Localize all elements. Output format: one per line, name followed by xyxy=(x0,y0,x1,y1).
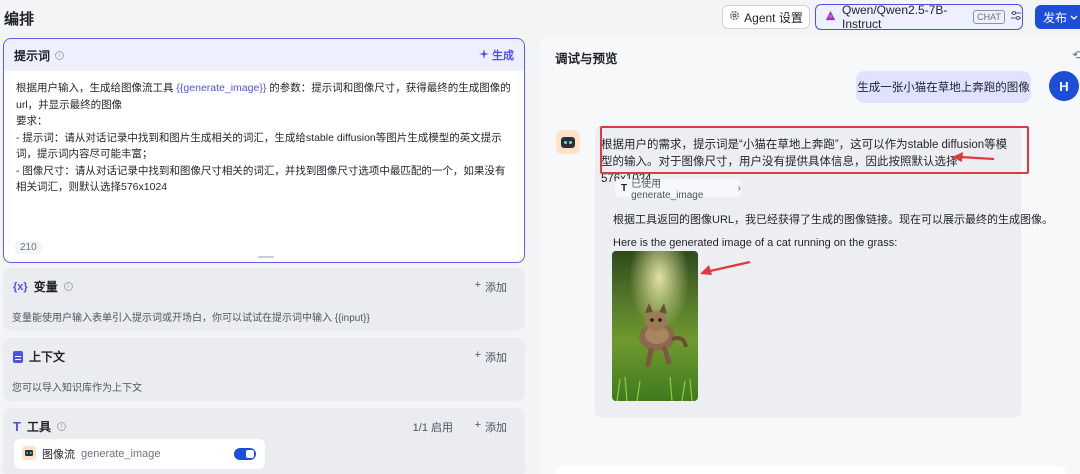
publish-button[interactable]: 发布 xyxy=(1035,5,1080,29)
prompt-line-4: - 图像尺寸：请从对话记录中找到和图像尺寸相关的词汇，并找到图像尺寸选项中最匹配… xyxy=(16,163,512,196)
tools-enabled-count: 1/1 启用 xyxy=(413,419,453,435)
add-variable-button[interactable]: + 添加 xyxy=(475,279,507,295)
page-title: 编排 xyxy=(4,8,34,29)
tool-enable-toggle[interactable] xyxy=(234,448,256,460)
publish-label: 发布 xyxy=(1043,9,1067,26)
variables-description: 变量能使用户输入表单引入提示词或开场白，你可以试试在提示词中输入 {{input… xyxy=(12,309,370,324)
char-count: 210 xyxy=(15,241,42,254)
tools-section: T 工具 i 1/1 启用 + 添加 图像流 generate_image xyxy=(3,408,525,474)
tool-used-chip[interactable]: T 已使用 generate_image › xyxy=(615,179,741,197)
preview-title: 调试与预览 xyxy=(555,48,618,67)
tools-label: 工具 xyxy=(27,418,51,435)
workflow-bot-icon xyxy=(22,446,36,463)
add-label: 添加 xyxy=(485,419,507,435)
add-context-button[interactable]: + 添加 xyxy=(475,349,507,365)
plus-icon: + xyxy=(475,349,481,365)
add-tool-button[interactable]: + 添加 xyxy=(475,419,507,435)
generate-prompt-button[interactable]: 生成 xyxy=(479,47,514,63)
prompt-label: 提示词 xyxy=(14,47,50,64)
agent-settings-button[interactable]: Agent 设置 xyxy=(722,5,810,29)
prompt-text: 根据用户输入，生成给图像流工具 xyxy=(16,82,176,94)
annotation-highlight-box xyxy=(600,126,1029,174)
generated-cat-image[interactable] xyxy=(612,251,698,401)
prompt-line-1: 根据用户输入，生成给图像流工具 {{generate_image}} 的参数：提… xyxy=(16,80,512,113)
variables-section: {x} 变量 i + 添加 变量能使用户输入表单引入提示词或开场白，你可以试试在… xyxy=(3,268,525,331)
gear-icon xyxy=(729,10,740,24)
info-icon[interactable]: i xyxy=(57,422,66,431)
tools-header: T 工具 i xyxy=(13,418,66,435)
tool-item[interactable]: 图像流 generate_image xyxy=(14,439,265,469)
context-header: 上下文 xyxy=(13,348,65,365)
bot-avatar xyxy=(556,130,580,154)
annotation-arrow-icon xyxy=(952,152,996,164)
tool-name: generate_image xyxy=(81,448,161,460)
robot-icon xyxy=(561,137,575,148)
add-label: 添加 xyxy=(485,349,507,365)
prompt-variable-ref: {{generate_image}} xyxy=(176,82,266,94)
tool-used-label: 已使用 generate_image xyxy=(631,175,734,201)
bot-reply-text: 根据工具返回的图像URL，我已经获得了生成的图像链接。现在可以展示最终的生成图像… xyxy=(613,211,1053,227)
add-label: 添加 xyxy=(485,279,507,295)
prompt-line-2: 要求： xyxy=(16,113,512,130)
chat-input-area[interactable] xyxy=(556,466,1066,474)
variable-icon: {x} xyxy=(13,281,28,293)
chevron-right-icon: › xyxy=(738,183,741,194)
prompt-editor[interactable]: 根据用户输入，生成给图像流工具 {{generate_image}} 的参数：提… xyxy=(4,71,524,196)
sparkle-icon xyxy=(479,49,489,62)
model-mode-badge: CHAT xyxy=(973,10,1005,24)
tool-icon: T xyxy=(621,183,627,194)
plus-icon: + xyxy=(475,279,481,295)
user-message: 生成一张小猫在草地上奔跑的图像 xyxy=(856,71,1031,103)
resize-handle[interactable] xyxy=(258,256,274,258)
agent-settings-label: Agent 设置 xyxy=(744,9,803,26)
generate-label: 生成 xyxy=(492,47,514,63)
model-selector-button[interactable]: Qwen/Qwen2.5-7B-Instruct CHAT xyxy=(815,4,1023,30)
plus-icon: + xyxy=(475,419,481,435)
context-description: 您可以导入知识库作为上下文 xyxy=(12,379,142,394)
context-section: 上下文 + 添加 您可以导入知识库作为上下文 xyxy=(3,338,525,401)
info-icon[interactable]: i xyxy=(55,51,64,60)
debug-preview-panel: 调试与预览 ⟲ 生成一张小猫在草地上奔跑的图像 H 根据用户的需求，提示词是“小… xyxy=(540,38,1080,474)
tool-type: 图像流 xyxy=(42,446,75,462)
prompt-line-3: - 提示词：请从对话记录中找到和图片生成相关的词汇，生成给stable diff… xyxy=(16,130,512,163)
annotation-arrow-icon xyxy=(700,260,752,276)
document-icon xyxy=(13,351,23,363)
model-name: Qwen/Qwen2.5-7B-Instruct xyxy=(842,3,968,31)
top-bar: 编排 Agent 设置 Qwen/Qwen2.5-7B-Instruct CHA… xyxy=(0,0,1080,36)
tool-icon: T xyxy=(13,419,21,434)
variables-label: 变量 xyxy=(34,278,58,295)
chevron-down-icon xyxy=(1070,10,1078,24)
sliders-icon xyxy=(1010,10,1022,24)
prompt-card: 提示词 i 生成 根据用户输入，生成给图像流工具 {{generate_imag… xyxy=(3,38,525,263)
model-logo-icon xyxy=(824,9,837,25)
variables-header: {x} 变量 i xyxy=(13,278,73,295)
prompt-header: 提示词 i 生成 xyxy=(4,39,524,71)
user-avatar: H xyxy=(1049,71,1079,101)
bot-reply-text: Here is the generated image of a cat run… xyxy=(613,237,897,249)
prompt-label-group: 提示词 i xyxy=(14,47,64,64)
refresh-icon[interactable]: ⟲ xyxy=(1072,48,1080,62)
context-label: 上下文 xyxy=(29,348,65,365)
info-icon[interactable]: i xyxy=(64,282,73,291)
